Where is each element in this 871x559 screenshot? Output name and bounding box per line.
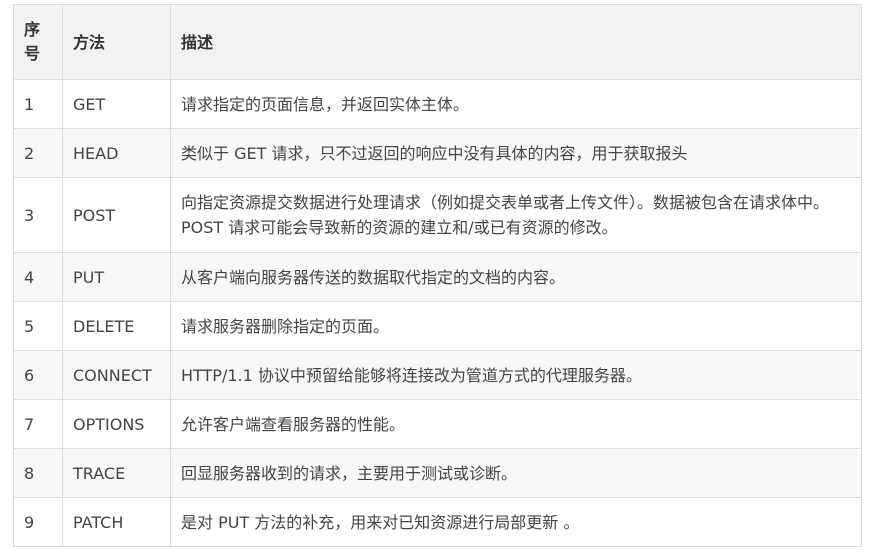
row-method: PATCH [62, 497, 171, 547]
row-method: CONNECT [62, 350, 171, 400]
row-description: 是对 PUT 方法的补充，用来对已知资源进行局部更新 。 [170, 497, 862, 547]
row-number: 2 [13, 128, 63, 178]
row-method: OPTIONS [62, 399, 171, 449]
row-number: 9 [13, 497, 63, 547]
table-row: 5 DELETE 请求服务器删除指定的页面。 [13, 301, 862, 351]
table-row: 6 CONNECT HTTP/1.1 协议中预留给能够将连接改为管道方式的代理服… [13, 350, 862, 400]
table-body: 1 GET 请求指定的页面信息，并返回实体主体。 2 HEAD 类似于 GET … [13, 79, 862, 547]
row-method: PUT [62, 252, 171, 302]
row-number: 7 [13, 399, 63, 449]
header-description: 描述 [170, 4, 862, 80]
row-description: 向指定资源提交数据进行处理请求（例如提交表单或者上传文件）。数据被包含在请求体中… [170, 177, 862, 253]
row-description: 类似于 GET 请求，只不过返回的响应中没有具体的内容，用于获取报头 [170, 128, 862, 178]
row-number: 8 [13, 448, 63, 498]
table-header: 序号 方法 描述 [13, 4, 862, 80]
row-description: HTTP/1.1 协议中预留给能够将连接改为管道方式的代理服务器。 [170, 350, 862, 400]
http-methods-table: 序号 方法 描述 1 GET 请求指定的页面信息，并返回实体主体。 2 HEAD… [13, 4, 862, 547]
table-row: 3 POST 向指定资源提交数据进行处理请求（例如提交表单或者上传文件）。数据被… [13, 177, 862, 253]
table-row: 7 OPTIONS 允许客户端查看服务器的性能。 [13, 399, 862, 449]
row-description: 从客户端向服务器传送的数据取代指定的文档的内容。 [170, 252, 862, 302]
row-number: 5 [13, 301, 63, 351]
row-number: 6 [13, 350, 63, 400]
header-number: 序号 [13, 4, 63, 80]
row-number: 4 [13, 252, 63, 302]
row-method: TRACE [62, 448, 171, 498]
row-description: 回显服务器收到的请求，主要用于测试或诊断。 [170, 448, 862, 498]
table-row: 4 PUT 从客户端向服务器传送的数据取代指定的文档的内容。 [13, 252, 862, 302]
row-method: POST [62, 177, 171, 253]
row-method: GET [62, 79, 171, 129]
header-method: 方法 [62, 4, 171, 80]
row-method: DELETE [62, 301, 171, 351]
http-methods-table-container: 序号 方法 描述 1 GET 请求指定的页面信息，并返回实体主体。 2 HEAD… [13, 4, 862, 547]
table-row: 1 GET 请求指定的页面信息，并返回实体主体。 [13, 79, 862, 129]
row-description: 请求指定的页面信息，并返回实体主体。 [170, 79, 862, 129]
row-number: 3 [13, 177, 63, 253]
row-number: 1 [13, 79, 63, 129]
table-row: 2 HEAD 类似于 GET 请求，只不过返回的响应中没有具体的内容，用于获取报… [13, 128, 862, 178]
row-method: HEAD [62, 128, 171, 178]
row-description: 允许客户端查看服务器的性能。 [170, 399, 862, 449]
row-description: 请求服务器删除指定的页面。 [170, 301, 862, 351]
table-row: 9 PATCH 是对 PUT 方法的补充，用来对已知资源进行局部更新 。 [13, 497, 862, 547]
header-row: 序号 方法 描述 [13, 4, 862, 80]
table-row: 8 TRACE 回显服务器收到的请求，主要用于测试或诊断。 [13, 448, 862, 498]
